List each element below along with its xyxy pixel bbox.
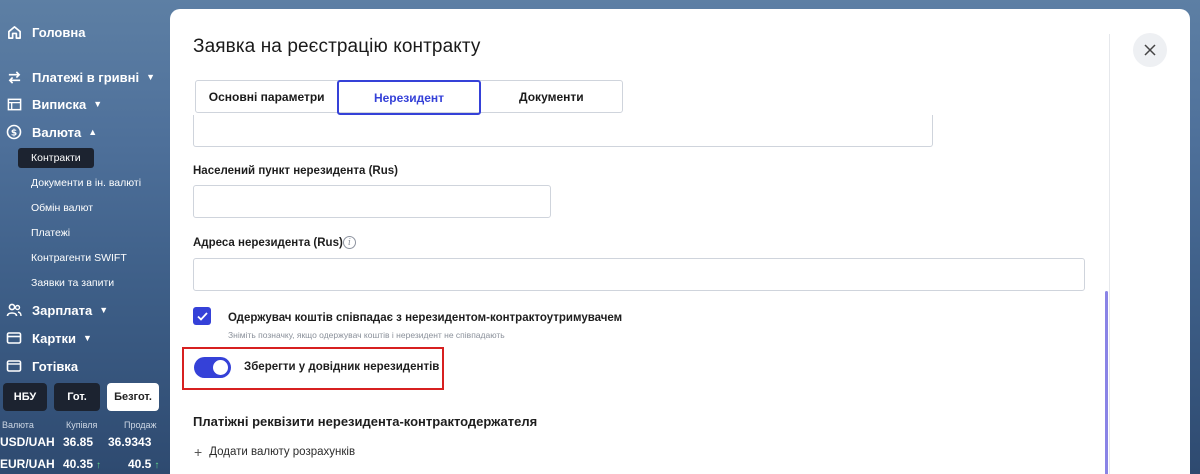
rate-buy: 36.85 bbox=[63, 435, 94, 449]
sidebar-item-home[interactable]: Головна bbox=[6, 24, 85, 40]
tab-nonresident[interactable]: Нерезидент bbox=[337, 80, 481, 115]
sidebar-subitem-exchange[interactable]: Обмін валют bbox=[18, 198, 106, 218]
caret-down-icon: ▼ bbox=[99, 305, 109, 315]
save-to-directory-toggle[interactable] bbox=[194, 357, 231, 378]
sidebar-item-label: Головна bbox=[32, 24, 86, 40]
card-icon bbox=[6, 330, 22, 346]
rate-pair: USD/UAH bbox=[0, 435, 55, 449]
info-icon[interactable]: i bbox=[343, 236, 356, 249]
add-currency-link[interactable]: + Додати валюту розрахунків bbox=[194, 444, 355, 460]
sidebar-item-cash[interactable]: Готівка bbox=[6, 358, 78, 374]
rate-pair: EUR/UAH bbox=[0, 457, 55, 471]
sidebar-item-currency[interactable]: $ Валюта ▲ bbox=[6, 124, 97, 140]
check-icon bbox=[196, 311, 208, 321]
contract-registration-modal: Заявка на реєстрацію контракту Основні п… bbox=[170, 9, 1190, 474]
section-title: Платіжні реквізити нерезидента-контракто… bbox=[193, 414, 538, 429]
people-icon bbox=[6, 302, 22, 318]
rate-tab-noncash[interactable]: Безгот. bbox=[107, 383, 159, 411]
sidebar: Головна Платежі в гривні ▼ Виписка ▼ $ В… bbox=[0, 0, 168, 474]
scrollbar-thumb[interactable] bbox=[1105, 291, 1108, 474]
toggle-label: Зберегти у довідник нерезидентів bbox=[244, 361, 440, 373]
sidebar-item-salary[interactable]: Зарплата ▼ bbox=[6, 302, 108, 318]
rates-header-currency: Валюта bbox=[2, 420, 34, 430]
tab-documents[interactable]: Документи bbox=[481, 81, 622, 112]
transfer-icon bbox=[6, 69, 22, 85]
rates-header-sell: Продаж bbox=[124, 420, 157, 430]
previous-field-input[interactable] bbox=[193, 115, 933, 147]
close-icon bbox=[1144, 44, 1156, 56]
rate-buy: 40.35 bbox=[63, 457, 94, 471]
address-label: Адреса нерезидента (Rus) bbox=[193, 237, 343, 249]
plus-icon: + bbox=[194, 444, 203, 460]
caret-down-icon: ▼ bbox=[93, 99, 103, 109]
sidebar-subitem-swift[interactable]: Контрагенти SWIFT bbox=[18, 248, 140, 268]
scroll-track bbox=[1109, 34, 1110, 474]
rate-tab-nbu[interactable]: НБУ bbox=[3, 383, 47, 411]
sidebar-subitem-contracts[interactable]: Контракти bbox=[18, 148, 94, 168]
rate-tab-cash[interactable]: Гот. bbox=[54, 383, 100, 411]
modal-title: Заявка на реєстрацію контракту bbox=[193, 36, 481, 57]
address-input[interactable] bbox=[193, 258, 1085, 291]
rate-sell-group: 40.5 ↑ bbox=[128, 457, 159, 471]
recipient-matches-checkbox[interactable] bbox=[193, 307, 211, 325]
caret-up-icon: ▲ bbox=[88, 127, 98, 137]
rate-sell: 36.9343 bbox=[108, 435, 152, 449]
checkbox-hint: Зніміть позначку, якщо одержувач коштів … bbox=[228, 330, 505, 340]
modal-tabs: Основні параметри Нерезидент Документи bbox=[195, 80, 623, 115]
caret-down-icon: ▼ bbox=[82, 333, 92, 343]
rate-buy-group: 40.35 ↑ bbox=[63, 457, 101, 471]
sidebar-subitem-requests[interactable]: Заявки та запити bbox=[18, 273, 127, 293]
tab-main-params[interactable]: Основні параметри bbox=[196, 81, 337, 112]
sidebar-item-label: Готівка bbox=[32, 358, 79, 374]
arrow-up-icon: ↑ bbox=[154, 460, 160, 471]
dollar-icon: $ bbox=[6, 124, 22, 140]
sidebar-item-label: Зарплата bbox=[32, 302, 93, 318]
arrow-up-icon: ↑ bbox=[96, 460, 102, 471]
close-button[interactable] bbox=[1133, 33, 1167, 67]
rates-header-buy: Купівля bbox=[66, 420, 98, 430]
sidebar-item-cards[interactable]: Картки ▼ bbox=[6, 330, 92, 346]
sidebar-item-label: Виписка bbox=[32, 96, 87, 112]
sidebar-item-statement[interactable]: Виписка ▼ bbox=[6, 96, 102, 112]
toggle-knob bbox=[213, 360, 228, 375]
sidebar-item-label: Платежі в гривні bbox=[32, 69, 140, 85]
add-currency-label: Додати валюту розрахунків bbox=[209, 446, 356, 458]
statement-icon bbox=[6, 96, 22, 112]
caret-down-icon: ▼ bbox=[146, 72, 156, 82]
sidebar-subitem-payments[interactable]: Платежі bbox=[18, 223, 83, 243]
locality-label: Населений пункт нерезидента (Rus) bbox=[193, 165, 398, 177]
rate-sell: 40.5 bbox=[128, 457, 152, 471]
sidebar-subitem-fx-docs[interactable]: Документи в ін. валюті bbox=[18, 173, 154, 193]
sidebar-item-label: Валюта bbox=[32, 124, 82, 140]
sidebar-item-label: Картки bbox=[32, 330, 76, 346]
locality-input[interactable] bbox=[193, 185, 551, 218]
svg-text:$: $ bbox=[11, 129, 17, 139]
sidebar-item-payments[interactable]: Платежі в гривні ▼ bbox=[6, 69, 155, 85]
wallet-icon bbox=[6, 358, 22, 374]
checkbox-label: Одержувач коштів співпадає з нерезиденто… bbox=[228, 312, 623, 324]
home-icon bbox=[6, 24, 22, 40]
